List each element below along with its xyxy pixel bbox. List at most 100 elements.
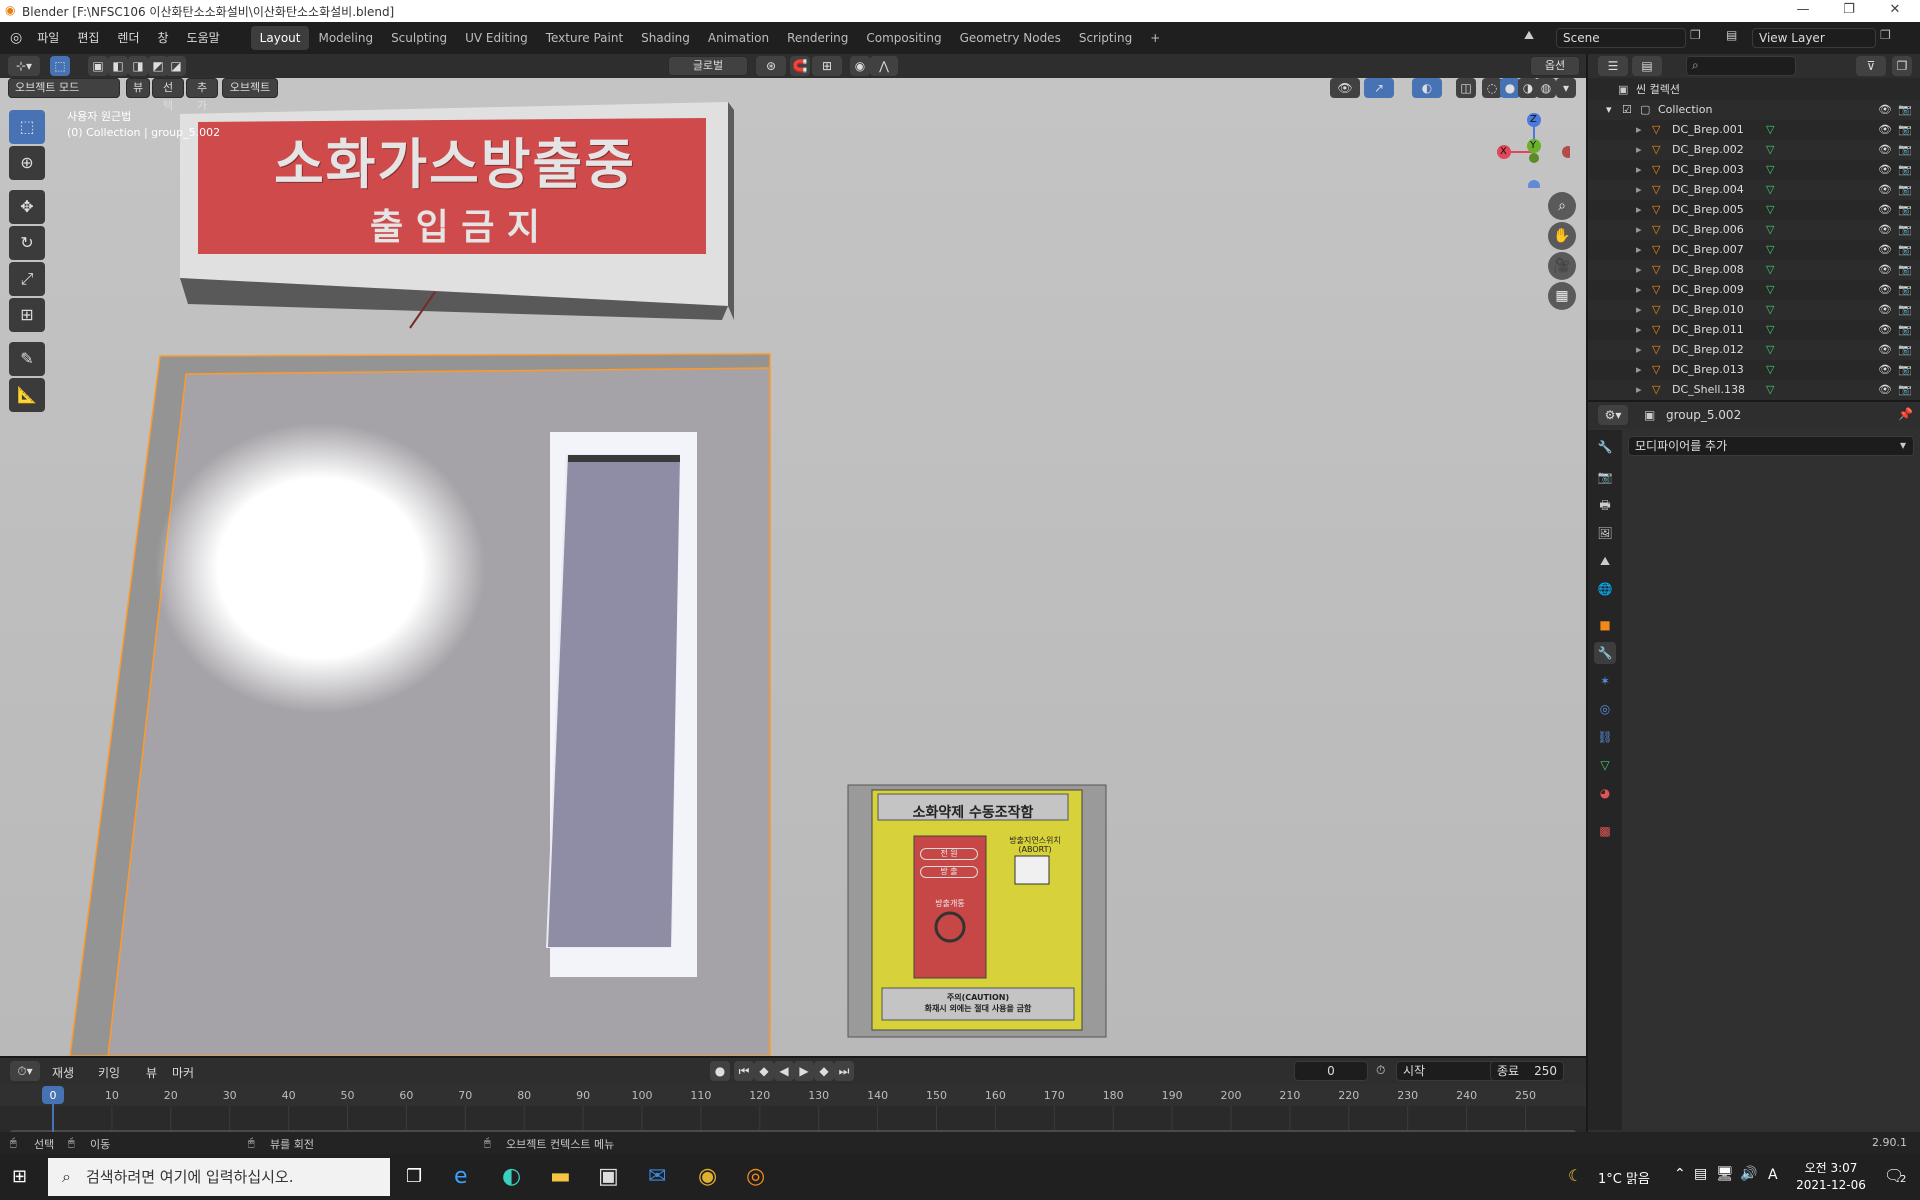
menu-keying[interactable]: 키잉 bbox=[98, 1064, 120, 1081]
cursor-tool-icon[interactable]: ⊕ bbox=[9, 146, 45, 180]
select-intersect-icon[interactable]: ◪ bbox=[166, 56, 186, 76]
zoom-icon[interactable]: ⌕ bbox=[1548, 192, 1576, 220]
render-camera-icon[interactable]: 📷 bbox=[1898, 260, 1912, 280]
ime-indicator[interactable]: A bbox=[1768, 1167, 1778, 1183]
expand-arrow-icon[interactable]: ▸ bbox=[1636, 340, 1642, 360]
windows-start-icon[interactable]: ⊞ bbox=[12, 1166, 27, 1187]
menu-object[interactable]: 오브젝트 bbox=[222, 78, 278, 98]
current-frame-field[interactable]: 0 bbox=[1294, 1061, 1368, 1081]
display-mode-icon[interactable]: ▤ bbox=[1632, 56, 1662, 76]
object-tab-icon[interactable]: ■ bbox=[1594, 614, 1616, 636]
outliner-object-row[interactable]: ▸ ▽ DC_Brep.005 ▽ 👁 📷 bbox=[1588, 200, 1920, 220]
scale-tool-icon[interactable]: ⤢ bbox=[9, 262, 45, 296]
expand-arrow-icon[interactable]: ▸ bbox=[1636, 120, 1642, 140]
tab-uv-editing[interactable]: UV Editing bbox=[456, 26, 537, 50]
expand-arrow-icon[interactable]: ▸ bbox=[1636, 360, 1642, 380]
clock-date[interactable]: 2021-12-06 bbox=[1790, 1178, 1872, 1192]
expand-arrow-icon[interactable]: ▾ bbox=[1606, 100, 1612, 120]
blender-menu-icon[interactable]: ◎ bbox=[10, 30, 22, 46]
rendered-shading-icon[interactable]: ◍ bbox=[1536, 78, 1556, 98]
prev-keyframe-icon[interactable]: ◆ bbox=[754, 1061, 774, 1081]
properties-editor-icon[interactable]: ⚙▾ bbox=[1598, 405, 1628, 425]
outliner-object-row[interactable]: ▸ ▽ DC_Brep.008 ▽ 👁 📷 bbox=[1588, 260, 1920, 280]
output-tab-icon[interactable]: 🖶 bbox=[1594, 494, 1616, 516]
expand-arrow-icon[interactable]: ▸ bbox=[1636, 180, 1642, 200]
clock-time[interactable]: 오전 3:07 bbox=[1796, 1159, 1866, 1176]
expand-arrow-icon[interactable]: ▸ bbox=[1636, 300, 1642, 320]
expand-arrow-icon[interactable]: ▸ bbox=[1636, 240, 1642, 260]
scene-selector[interactable]: Scene bbox=[1556, 28, 1686, 48]
render-camera-icon[interactable]: 📷 bbox=[1898, 320, 1912, 340]
view-layer-tab-icon[interactable]: 🖼 bbox=[1594, 522, 1616, 544]
render-camera-icon[interactable]: 📷 bbox=[1898, 160, 1912, 180]
select-invert-icon[interactable]: ◩ bbox=[148, 56, 168, 76]
falloff-icon[interactable]: ⋀ bbox=[870, 56, 898, 76]
physics-tab-icon[interactable]: ◎ bbox=[1594, 698, 1616, 720]
object-data-tab-icon[interactable]: ▽ bbox=[1594, 754, 1616, 776]
eye-icon[interactable]: 👁 bbox=[1878, 320, 1892, 340]
eye-icon[interactable]: 👁 bbox=[1878, 180, 1892, 200]
tab-geometry-nodes[interactable]: Geometry Nodes bbox=[951, 26, 1070, 50]
menu-window[interactable]: 창 bbox=[149, 22, 178, 54]
outliner-object-row[interactable]: ▸ ▽ DC_Brep.007 ▽ 👁 📷 bbox=[1588, 240, 1920, 260]
jump-start-icon[interactable]: ⏮ bbox=[734, 1061, 754, 1081]
visibility-icon[interactable]: 👁 bbox=[1330, 78, 1360, 98]
3d-viewport[interactable]: 소화가스방출중 출 입 금 지 소화약제 수동조작함 방출지연스위치 (ABOR… bbox=[0, 78, 1586, 1056]
select-new-icon[interactable]: ▣ bbox=[88, 56, 108, 76]
eye-icon[interactable]: 👁 bbox=[1878, 160, 1892, 180]
outliner-collection-row[interactable]: ▾ ☑ ▢ Collection 👁 📷 bbox=[1588, 100, 1920, 120]
render-camera-icon[interactable]: 📷 bbox=[1898, 340, 1912, 360]
stopwatch-icon[interactable]: ⏱ bbox=[1376, 1063, 1385, 1078]
eye-icon[interactable]: 👁 bbox=[1878, 300, 1892, 320]
render-camera-icon[interactable]: 📷 bbox=[1898, 380, 1912, 400]
tab-modeling[interactable]: Modeling bbox=[309, 26, 382, 50]
add-workspace-button[interactable]: + bbox=[1141, 26, 1169, 50]
tab-compositing[interactable]: Compositing bbox=[857, 26, 950, 50]
tab-sculpting[interactable]: Sculpting bbox=[382, 26, 456, 50]
minimize-button[interactable]: — bbox=[1780, 0, 1826, 22]
menu-playback[interactable]: 재생 bbox=[52, 1064, 74, 1081]
options-dropdown[interactable]: 옵션 bbox=[1530, 56, 1580, 76]
menu-file[interactable]: 파일 bbox=[28, 22, 68, 54]
eye-icon[interactable]: 👁 bbox=[1878, 240, 1892, 260]
pivot-point-icon[interactable]: ⊛ bbox=[756, 56, 786, 76]
gizmo-toggle-icon[interactable]: ↗ bbox=[1364, 78, 1394, 98]
new-collection-icon[interactable]: ❐ bbox=[1892, 56, 1912, 76]
collection-checkbox-icon[interactable]: ☑ bbox=[1622, 100, 1632, 120]
render-camera-icon[interactable]: 📷 bbox=[1898, 180, 1912, 200]
record-icon[interactable]: ● bbox=[710, 1061, 730, 1081]
tab-shading[interactable]: Shading bbox=[632, 26, 699, 50]
new-scene-icon[interactable]: ❐ bbox=[1690, 28, 1701, 42]
object-mode-dropdown[interactable]: 오브젝트 모드 bbox=[8, 78, 120, 98]
eye-icon[interactable]: 👁 bbox=[1878, 340, 1892, 360]
outliner-object-row[interactable]: ▸ ▽ DC_Brep.012 ▽ 👁 📷 bbox=[1588, 340, 1920, 360]
taskbar-search-input[interactable]: 검색하려면 여기에 입력하십시오. bbox=[48, 1158, 390, 1196]
timeline-editor-icon[interactable]: ⏱▾ bbox=[10, 1061, 40, 1081]
material-tab-icon[interactable]: ◕ bbox=[1594, 782, 1616, 804]
render-camera-icon[interactable]: 📷 bbox=[1898, 280, 1912, 300]
render-camera-icon[interactable]: 📷 bbox=[1898, 120, 1912, 140]
volume-icon[interactable]: 🔊 bbox=[1740, 1166, 1757, 1182]
eye-icon[interactable]: 👁 bbox=[1878, 140, 1892, 160]
menu-view[interactable]: 뷰 bbox=[126, 78, 150, 98]
expand-arrow-icon[interactable]: ▸ bbox=[1636, 260, 1642, 280]
menu-timeline-view[interactable]: 뷰 bbox=[146, 1064, 157, 1081]
render-camera-icon[interactable]: 📷 bbox=[1898, 100, 1912, 120]
eye-icon[interactable]: 👁 bbox=[1878, 260, 1892, 280]
next-keyframe-icon[interactable]: ◆ bbox=[814, 1061, 834, 1081]
outliner-object-row[interactable]: ▸ ▽ DC_Brep.010 ▽ 👁 📷 bbox=[1588, 300, 1920, 320]
expand-arrow-icon[interactable]: ▸ bbox=[1636, 320, 1642, 340]
store-icon[interactable]: ▣ bbox=[598, 1164, 619, 1189]
pin-icon[interactable]: 📌 bbox=[1898, 407, 1913, 421]
texture-tab-icon[interactable]: ▩ bbox=[1594, 820, 1616, 842]
overlay-toggle-icon[interactable]: ◐ bbox=[1412, 78, 1442, 98]
transform-orientation-dropdown[interactable]: 글로벌 bbox=[668, 56, 748, 76]
snap-icon[interactable]: 🧲 bbox=[790, 56, 810, 76]
measure-tool-icon[interactable]: 📐 bbox=[9, 378, 45, 412]
menu-add[interactable]: 추가 bbox=[186, 78, 218, 112]
menu-marker[interactable]: 마커 bbox=[172, 1064, 194, 1081]
eye-icon[interactable]: 👁 bbox=[1878, 100, 1892, 120]
shading-options-icon[interactable]: ▾ bbox=[1556, 78, 1576, 98]
annotate-tool-icon[interactable]: ✎ bbox=[9, 342, 45, 376]
select-extend-icon[interactable]: ◧ bbox=[108, 56, 128, 76]
